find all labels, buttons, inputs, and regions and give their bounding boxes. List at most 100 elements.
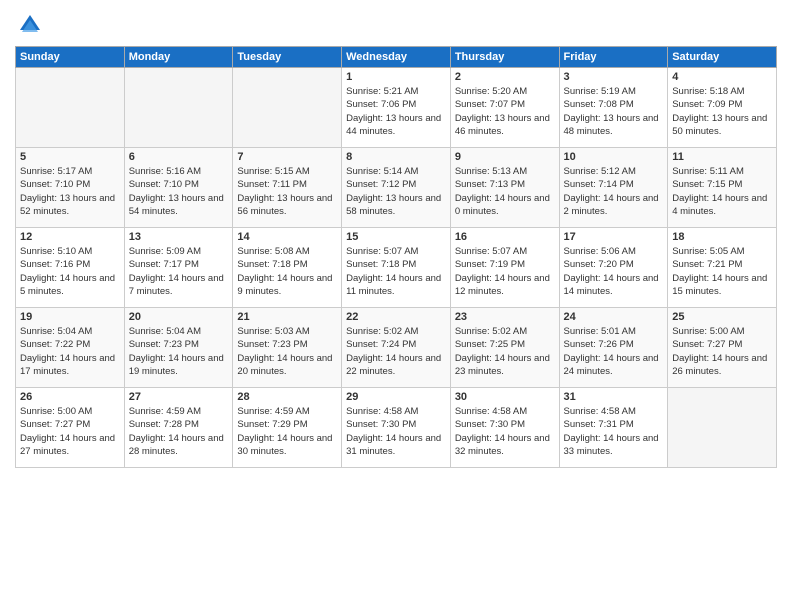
calendar-cell: 8 Sunrise: 5:14 AMSunset: 7:12 PMDaylight…	[342, 148, 451, 228]
day-detail: Sunrise: 5:09 AMSunset: 7:17 PMDaylight:…	[129, 245, 229, 298]
day-detail: Sunrise: 5:18 AMSunset: 7:09 PMDaylight:…	[672, 85, 772, 138]
day-detail: Sunrise: 5:16 AMSunset: 7:10 PMDaylight:…	[129, 165, 229, 218]
day-number: 10	[564, 151, 664, 163]
day-number: 31	[564, 391, 664, 403]
day-number: 30	[455, 391, 555, 403]
page-header	[15, 10, 777, 40]
calendar-cell	[668, 388, 777, 468]
day-detail: Sunrise: 5:14 AMSunset: 7:12 PMDaylight:…	[346, 165, 446, 218]
day-detail: Sunrise: 5:04 AMSunset: 7:23 PMDaylight:…	[129, 325, 229, 378]
calendar-cell: 27 Sunrise: 4:59 AMSunset: 7:28 PMDayligh…	[124, 388, 233, 468]
calendar-cell: 12 Sunrise: 5:10 AMSunset: 7:16 PMDayligh…	[16, 228, 125, 308]
day-detail: Sunrise: 5:11 AMSunset: 7:15 PMDaylight:…	[672, 165, 772, 218]
day-detail: Sunrise: 5:00 AMSunset: 7:27 PMDaylight:…	[672, 325, 772, 378]
calendar-cell: 29 Sunrise: 4:58 AMSunset: 7:30 PMDayligh…	[342, 388, 451, 468]
day-number: 5	[20, 151, 120, 163]
calendar-cell: 4 Sunrise: 5:18 AMSunset: 7:09 PMDaylight…	[668, 68, 777, 148]
calendar-cell: 21 Sunrise: 5:03 AMSunset: 7:23 PMDayligh…	[233, 308, 342, 388]
column-header-wednesday: Wednesday	[342, 47, 451, 68]
logo-icon	[15, 10, 45, 40]
column-header-tuesday: Tuesday	[233, 47, 342, 68]
day-number: 4	[672, 71, 772, 83]
day-number: 14	[237, 231, 337, 243]
calendar-cell: 23 Sunrise: 5:02 AMSunset: 7:25 PMDayligh…	[450, 308, 559, 388]
calendar-week-1: 1Sunrise: 5:21 AMSunset: 7:06 PMDaylight…	[16, 68, 777, 148]
day-detail: Sunrise: 5:04 AMSunset: 7:22 PMDaylight:…	[20, 325, 120, 378]
calendar-cell: 22 Sunrise: 5:02 AMSunset: 7:24 PMDayligh…	[342, 308, 451, 388]
calendar-cell: 25 Sunrise: 5:00 AMSunset: 7:27 PMDayligh…	[668, 308, 777, 388]
column-header-thursday: Thursday	[450, 47, 559, 68]
day-number: 27	[129, 391, 229, 403]
day-number: 16	[455, 231, 555, 243]
day-number: 17	[564, 231, 664, 243]
day-number: 15	[346, 231, 446, 243]
day-detail: Sunrise: 5:02 AMSunset: 7:24 PMDaylight:…	[346, 325, 446, 378]
calendar-cell: 9 Sunrise: 5:13 AMSunset: 7:13 PMDaylight…	[450, 148, 559, 228]
day-number: 2	[455, 71, 555, 83]
day-number: 28	[237, 391, 337, 403]
logo	[15, 10, 49, 40]
day-detail: Sunrise: 5:08 AMSunset: 7:18 PMDaylight:…	[237, 245, 337, 298]
day-number: 11	[672, 151, 772, 163]
day-detail: Sunrise: 5:03 AMSunset: 7:23 PMDaylight:…	[237, 325, 337, 378]
calendar-table: SundayMondayTuesdayWednesdayThursdayFrid…	[15, 46, 777, 468]
calendar-cell: 28Sunrise: 4:59 AMSunset: 7:29 PMDayligh…	[233, 388, 342, 468]
day-detail: Sunrise: 5:13 AMSunset: 7:13 PMDaylight:…	[455, 165, 555, 218]
calendar-header-row: SundayMondayTuesdayWednesdayThursdayFrid…	[16, 47, 777, 68]
day-detail: Sunrise: 5:12 AMSunset: 7:14 PMDaylight:…	[564, 165, 664, 218]
day-number: 20	[129, 311, 229, 323]
day-number: 22	[346, 311, 446, 323]
calendar-week-3: 12 Sunrise: 5:10 AMSunset: 7:16 PMDayligh…	[16, 228, 777, 308]
day-number: 13	[129, 231, 229, 243]
calendar-cell: 1Sunrise: 5:21 AMSunset: 7:06 PMDaylight…	[342, 68, 451, 148]
calendar-cell: 31 Sunrise: 4:58 AMSunset: 7:31 PMDayligh…	[559, 388, 668, 468]
column-header-friday: Friday	[559, 47, 668, 68]
calendar-cell: 5 Sunrise: 5:17 AMSunset: 7:10 PMDaylight…	[16, 148, 125, 228]
column-header-monday: Monday	[124, 47, 233, 68]
calendar-week-5: 26Sunrise: 5:00 AMSunset: 7:27 PMDayligh…	[16, 388, 777, 468]
calendar-cell: 15 Sunrise: 5:07 AMSunset: 7:18 PMDayligh…	[342, 228, 451, 308]
day-number: 12	[20, 231, 120, 243]
day-detail: Sunrise: 5:06 AMSunset: 7:20 PMDaylight:…	[564, 245, 664, 298]
day-number: 25	[672, 311, 772, 323]
day-detail: Sunrise: 5:07 AMSunset: 7:18 PMDaylight:…	[346, 245, 446, 298]
calendar-cell: 7 Sunrise: 5:15 AMSunset: 7:11 PMDaylight…	[233, 148, 342, 228]
day-detail: Sunrise: 5:07 AMSunset: 7:19 PMDaylight:…	[455, 245, 555, 298]
day-detail: Sunrise: 4:58 AMSunset: 7:31 PMDaylight:…	[564, 405, 664, 458]
calendar-week-2: 5 Sunrise: 5:17 AMSunset: 7:10 PMDaylight…	[16, 148, 777, 228]
calendar-cell	[124, 68, 233, 148]
day-detail: Sunrise: 5:19 AMSunset: 7:08 PMDaylight:…	[564, 85, 664, 138]
calendar-cell	[16, 68, 125, 148]
day-detail: Sunrise: 4:58 AMSunset: 7:30 PMDaylight:…	[346, 405, 446, 458]
day-detail: Sunrise: 5:15 AMSunset: 7:11 PMDaylight:…	[237, 165, 337, 218]
day-number: 8	[346, 151, 446, 163]
column-header-saturday: Saturday	[668, 47, 777, 68]
calendar-cell: 16 Sunrise: 5:07 AMSunset: 7:19 PMDayligh…	[450, 228, 559, 308]
calendar-cell: 6Sunrise: 5:16 AMSunset: 7:10 PMDaylight…	[124, 148, 233, 228]
calendar-week-4: 19 Sunrise: 5:04 AMSunset: 7:22 PMDayligh…	[16, 308, 777, 388]
calendar-cell: 30Sunrise: 4:58 AMSunset: 7:30 PMDayligh…	[450, 388, 559, 468]
day-number: 21	[237, 311, 337, 323]
day-detail: Sunrise: 5:17 AMSunset: 7:10 PMDaylight:…	[20, 165, 120, 218]
day-number: 9	[455, 151, 555, 163]
column-header-sunday: Sunday	[16, 47, 125, 68]
day-number: 3	[564, 71, 664, 83]
calendar-cell: 13 Sunrise: 5:09 AMSunset: 7:17 PMDayligh…	[124, 228, 233, 308]
day-number: 19	[20, 311, 120, 323]
day-number: 7	[237, 151, 337, 163]
calendar-cell	[233, 68, 342, 148]
day-number: 23	[455, 311, 555, 323]
day-detail: Sunrise: 5:02 AMSunset: 7:25 PMDaylight:…	[455, 325, 555, 378]
calendar-cell: 18Sunrise: 5:05 AMSunset: 7:21 PMDayligh…	[668, 228, 777, 308]
day-detail: Sunrise: 5:05 AMSunset: 7:21 PMDaylight:…	[672, 245, 772, 298]
day-number: 29	[346, 391, 446, 403]
calendar-cell: 24Sunrise: 5:01 AMSunset: 7:26 PMDayligh…	[559, 308, 668, 388]
calendar-cell: 11 Sunrise: 5:11 AMSunset: 7:15 PMDayligh…	[668, 148, 777, 228]
day-detail: Sunrise: 5:10 AMSunset: 7:16 PMDaylight:…	[20, 245, 120, 298]
calendar-cell: 2Sunrise: 5:20 AMSunset: 7:07 PMDaylight…	[450, 68, 559, 148]
day-number: 26	[20, 391, 120, 403]
calendar-cell: 10 Sunrise: 5:12 AMSunset: 7:14 PMDayligh…	[559, 148, 668, 228]
calendar-cell: 14 Sunrise: 5:08 AMSunset: 7:18 PMDayligh…	[233, 228, 342, 308]
calendar-cell: 3 Sunrise: 5:19 AMSunset: 7:08 PMDaylight…	[559, 68, 668, 148]
day-detail: Sunrise: 4:59 AMSunset: 7:28 PMDaylight:…	[129, 405, 229, 458]
